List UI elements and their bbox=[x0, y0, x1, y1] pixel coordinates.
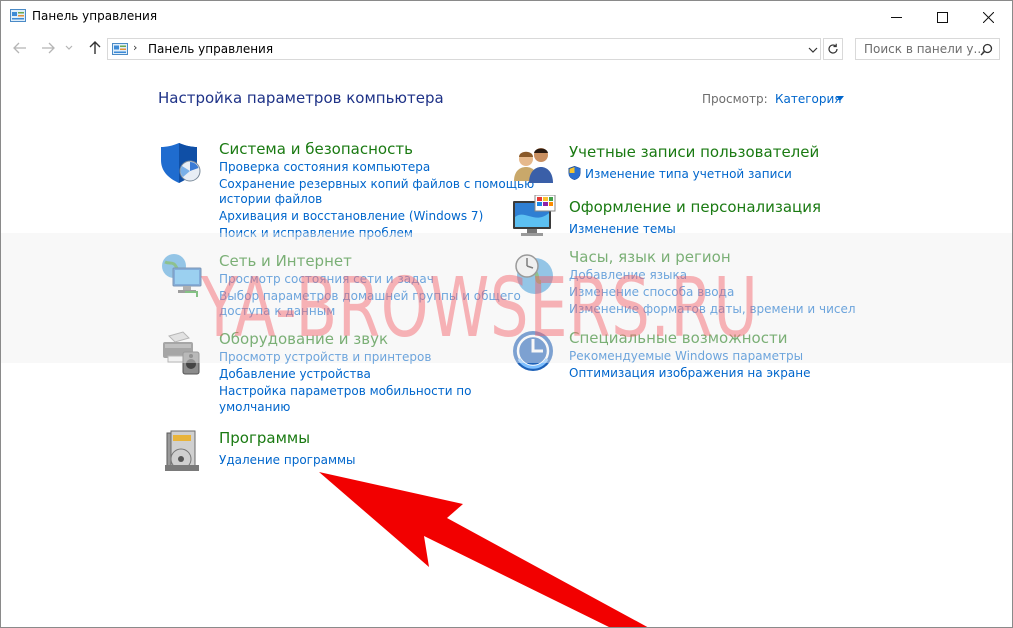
red-arrow-annotation bbox=[319, 472, 648, 627]
control-panel-window: Панель управления › Панель управления По… bbox=[0, 0, 1013, 628]
arrow-shape bbox=[319, 472, 648, 627]
